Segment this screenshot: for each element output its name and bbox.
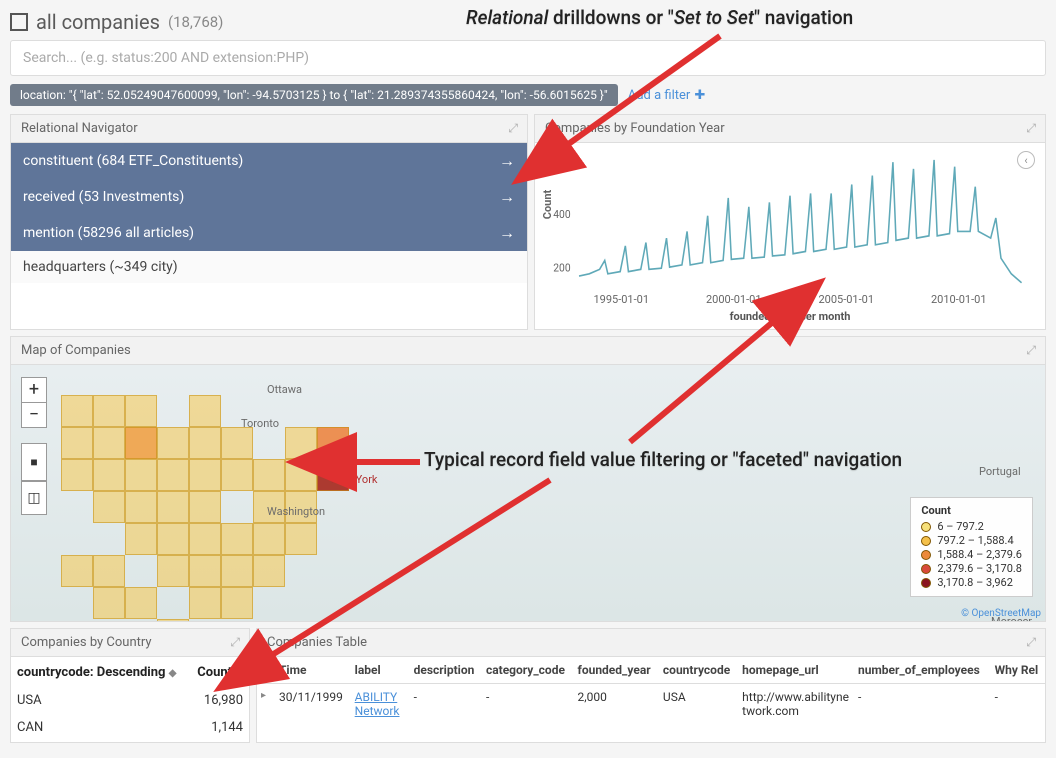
col-countrycode[interactable]: countrycode <box>659 657 738 684</box>
expand-icon[interactable]: ⤢ <box>1026 635 1035 650</box>
col-count[interactable]: Count ◆ <box>191 659 247 686</box>
company-link[interactable]: ABILITY Network <box>355 690 403 718</box>
col-founded-year[interactable]: founded_year <box>574 657 659 684</box>
relnav-item-mention[interactable]: mention (58296 all articles)→ <box>11 215 527 251</box>
relnav-item-headquarters[interactable]: headquarters (~349 city) <box>11 251 527 283</box>
col-countrycode[interactable]: countrycode: Descending ◆ <box>13 659 189 686</box>
col-why-rel[interactable]: Why Rel <box>991 657 1045 684</box>
filter-pill-location[interactable]: location: "{ "lat": 52.05249047600099, "… <box>10 84 618 106</box>
page-title: all companies <box>36 10 160 34</box>
companies-table-panel: Companies Table ⤢ Time label description… <box>256 628 1046 743</box>
record-count: (18,768) <box>168 13 223 31</box>
expand-icon[interactable]: ⤢ <box>230 635 239 650</box>
relnav-item-received[interactable]: received (53 Investments)→ <box>11 179 527 215</box>
panel-title: Map of Companies <box>21 343 131 358</box>
add-filter-button[interactable]: Add a filter ✚ <box>628 88 706 103</box>
panel-title: Companies by Foundation Year <box>545 121 725 136</box>
map-attribution: © OpenStreetMap <box>961 608 1041 619</box>
expand-icon[interactable]: ⤢ <box>508 121 517 136</box>
building-icon <box>10 13 28 31</box>
companies-by-country-panel: Companies by Country ⤢ countrycode: Desc… <box>10 628 250 743</box>
foundation-year-chart[interactable]: ‹ Count 600 400 200 <box>535 143 1045 293</box>
col-time[interactable]: Time <box>275 657 351 684</box>
expand-icon[interactable]: ⤢ <box>1026 343 1035 358</box>
sort-icon: ◆ <box>235 668 243 679</box>
sort-icon: ◆ <box>169 668 177 679</box>
arrow-right-icon: → <box>499 223 515 243</box>
arrow-right-icon: → <box>499 151 515 171</box>
map-panel: Map of Companies ⤢ + − ■ ◫ Ottawa Toront… <box>10 336 1046 622</box>
arrow-right-icon: → <box>499 187 515 207</box>
panel-title: Relational Navigator <box>21 121 138 136</box>
search-input[interactable]: Search... (e.g. status:200 AND extension… <box>10 40 1046 76</box>
expand-icon[interactable]: ⤢ <box>1026 121 1035 136</box>
svg-text:200: 200 <box>553 261 570 275</box>
table-row[interactable]: CAN1,144 <box>13 715 247 740</box>
col-homepage[interactable]: homepage_url <box>738 657 854 684</box>
col-employees[interactable]: number_of_employees <box>854 657 991 684</box>
panel-title: Companies by Country <box>21 635 152 650</box>
chart-back-icon[interactable]: ‹ <box>1017 151 1035 169</box>
foundation-year-panel: Companies by Foundation Year ⤢ ‹ Count 6… <box>534 114 1046 330</box>
map-legend: Count 6 – 797.2797.2 – 1,588.41,588.4 – … <box>910 497 1033 597</box>
col-label[interactable]: label <box>351 657 410 684</box>
col-description[interactable]: description <box>410 657 482 684</box>
table-row[interactable]: USA16,980 <box>13 688 247 713</box>
col-category[interactable]: category_code <box>482 657 574 684</box>
table-row[interactable]: ▸ 30/11/1999 ABILITY Network - - 2,000 U… <box>257 684 1045 725</box>
panel-title: Companies Table <box>267 635 367 650</box>
relational-navigator-panel: Relational Navigator ⤢ constituent (684 … <box>10 114 528 330</box>
relnav-item-constituent[interactable]: constituent (684 ETF_Constituents)→ <box>11 143 527 179</box>
map-canvas[interactable]: + − ■ ◫ Ottawa Toronto New York Washingt… <box>11 365 1045 621</box>
svg-text:600: 600 <box>553 154 570 168</box>
svg-text:400: 400 <box>553 208 570 222</box>
plus-icon: ✚ <box>694 88 705 103</box>
expand-row-icon[interactable]: ▸ <box>257 684 275 725</box>
